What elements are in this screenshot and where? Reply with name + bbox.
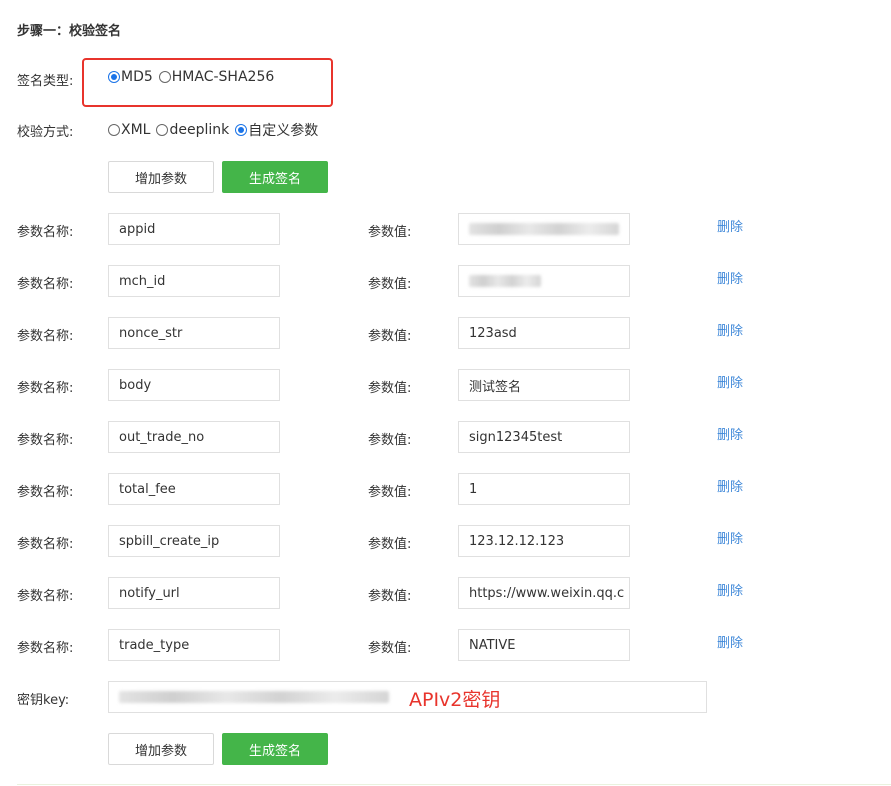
param-value-label: 参数值: [368, 589, 412, 604]
redacted-key-value [119, 691, 389, 703]
verify-method-option-custom[interactable]: 自定义参数 [235, 120, 318, 140]
param-name-label: 参数名称: [17, 641, 74, 656]
delete-param-link[interactable]: 删除 [717, 216, 743, 235]
param-value-label: 参数值: [368, 537, 412, 552]
verify-method-option-label: XML [121, 122, 151, 138]
param-name-label: 参数名称: [17, 381, 74, 396]
param-value-input[interactable]: NATIVE [458, 629, 630, 661]
param-value-text: 1 [469, 481, 478, 497]
verify-method-label: 校验方式: [17, 125, 74, 140]
delete-param-link[interactable]: 删除 [717, 268, 743, 287]
param-value-label: 参数值: [368, 381, 412, 396]
param-value-text: https://www.weixin.qq.c [469, 585, 625, 601]
param-name-label: 参数名称: [17, 589, 74, 604]
redacted-param-value [469, 275, 541, 287]
param-name-label: 参数名称: [17, 485, 74, 500]
generate-sign-button-bottom[interactable]: 生成签名 [222, 733, 328, 765]
param-value-label: 参数值: [368, 433, 412, 448]
delete-param-link[interactable]: 删除 [717, 580, 743, 599]
verify-method-option-label: 自定义参数 [248, 123, 319, 139]
verify-method-option-xml[interactable]: XML [108, 122, 150, 138]
delete-param-link[interactable]: 删除 [717, 372, 743, 391]
redacted-param-value [469, 223, 619, 235]
bottom-divider [17, 784, 891, 785]
radio-unchecked-icon[interactable] [156, 124, 169, 136]
param-name-input[interactable]: body [108, 369, 280, 401]
param-value-label: 参数值: [368, 641, 412, 656]
param-name-input[interactable]: nonce_str [108, 317, 280, 349]
param-name-input[interactable]: spbill_create_ip [108, 525, 280, 557]
param-name-value: out_trade_no [119, 429, 205, 445]
param-name-value: spbill_create_ip [119, 533, 220, 549]
param-value-text: 123.12.12.123 [469, 533, 565, 549]
radio-unchecked-icon[interactable] [108, 124, 120, 136]
key-label: 密钥key: [17, 693, 70, 708]
param-value-label: 参数值: [368, 485, 412, 500]
delete-param-link[interactable]: 删除 [717, 632, 743, 651]
param-name-value: mch_id [119, 273, 166, 289]
param-name-input[interactable]: trade_type [108, 629, 280, 661]
param-name-input[interactable]: out_trade_no [108, 421, 280, 453]
param-name-label: 参数名称: [17, 225, 74, 240]
param-value-input[interactable]: sign12345test [458, 421, 630, 453]
param-name-input[interactable]: total_fee [108, 473, 280, 505]
param-value-input[interactable]: 123asd [458, 317, 630, 349]
param-name-value: trade_type [119, 637, 190, 653]
param-name-value: body [119, 377, 152, 393]
param-value-text: NATIVE [469, 637, 516, 653]
delete-param-link[interactable]: 删除 [717, 528, 743, 547]
generate-sign-button-top[interactable]: 生成签名 [222, 161, 328, 193]
param-value-text: sign12345test [469, 429, 563, 445]
param-name-input[interactable]: mch_id [108, 265, 280, 297]
step-title: 步骤一：校验签名 [17, 24, 122, 39]
param-name-input[interactable]: notify_url [108, 577, 280, 609]
verify-method-radio-group: XML deeplink 自定义参数 [108, 120, 324, 140]
sign-type-label: 签名类型: [17, 74, 74, 89]
delete-param-link[interactable]: 删除 [717, 424, 743, 443]
param-value-text: 123asd [469, 325, 517, 341]
delete-param-link[interactable]: 删除 [717, 320, 743, 339]
key-input[interactable] [108, 681, 707, 713]
param-value-input[interactable] [458, 265, 630, 297]
param-value-input[interactable]: 1 [458, 473, 630, 505]
param-value-label: 参数值: [368, 277, 412, 292]
param-name-value: appid [119, 221, 156, 237]
param-name-value: notify_url [119, 585, 180, 601]
param-value-input[interactable]: https://www.weixin.qq.c [458, 577, 630, 609]
radio-checked-icon[interactable] [235, 124, 248, 136]
add-param-button-bottom[interactable]: 增加参数 [108, 733, 214, 765]
param-value-input[interactable]: 123.12.12.123 [458, 525, 630, 557]
param-name-label: 参数名称: [17, 329, 74, 344]
param-name-label: 参数名称: [17, 277, 74, 292]
param-value-label: 参数值: [368, 225, 412, 240]
param-value-label: 参数值: [368, 329, 412, 344]
verify-method-option-deeplink[interactable]: deeplink [156, 122, 229, 138]
param-value-input[interactable] [458, 213, 630, 245]
key-annotation: APIv2密钥 [409, 689, 501, 711]
param-name-input[interactable]: appid [108, 213, 280, 245]
param-name-value: nonce_str [119, 325, 183, 341]
add-param-button-top[interactable]: 增加参数 [108, 161, 214, 193]
param-name-value: total_fee [119, 481, 176, 497]
param-name-label: 参数名称: [17, 433, 74, 448]
param-value-text: 测试签名 [469, 379, 522, 395]
sign-type-highlight-box [82, 58, 333, 107]
verify-method-option-label: deeplink [169, 122, 230, 138]
delete-param-link[interactable]: 删除 [717, 476, 743, 495]
param-name-label: 参数名称: [17, 537, 74, 552]
param-value-input[interactable]: 测试签名 [458, 369, 630, 401]
